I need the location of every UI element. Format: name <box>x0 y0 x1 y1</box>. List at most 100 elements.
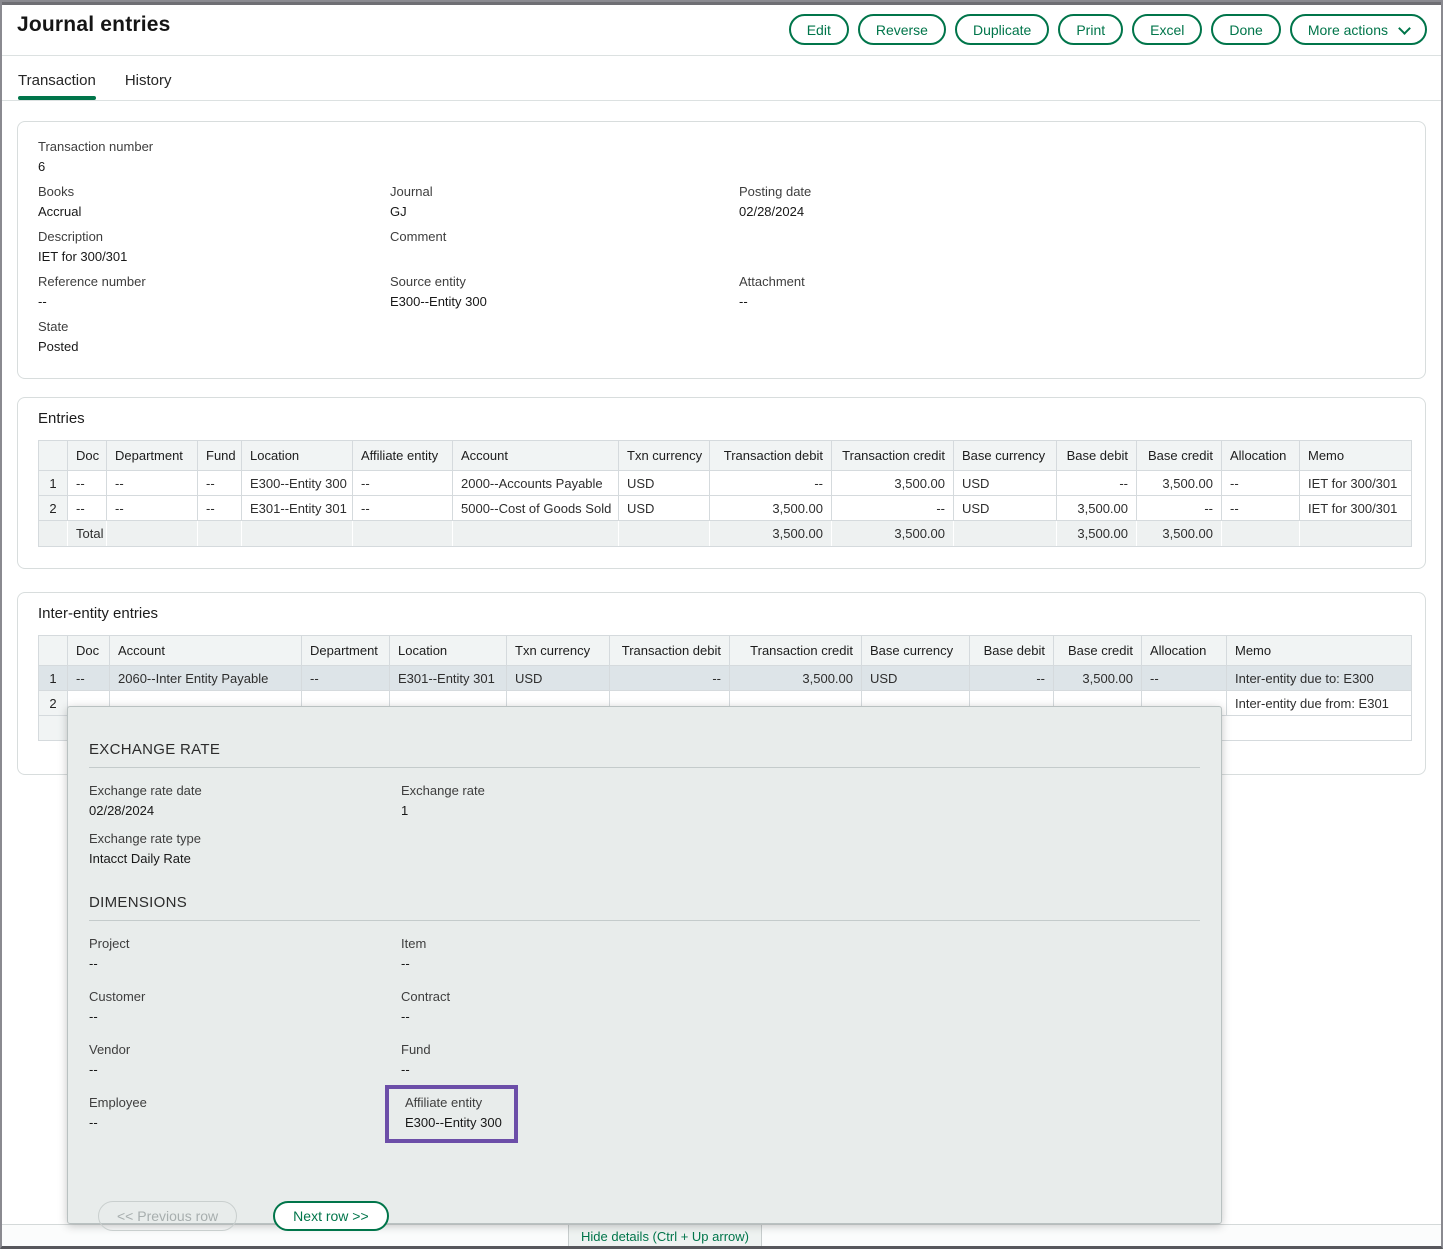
field-project: Project -- <box>89 936 401 971</box>
entries-header-row: Doc Department Fund Location Affiliate e… <box>39 441 1412 471</box>
cell: -- <box>198 496 242 521</box>
row-navigation: << Previous row Next row >> <box>98 1201 1221 1231</box>
cell: -- <box>107 471 198 496</box>
total-cell <box>198 521 242 547</box>
column-header <box>39 636 68 666</box>
field-exchange-rate-date: Exchange rate date 02/28/2024 <box>89 783 401 818</box>
field-label: Affiliate entity <box>405 1095 502 1110</box>
more-actions-button[interactable]: More actions <box>1290 14 1427 45</box>
row-details-panel: EXCHANGE RATE Exchange rate date 02/28/2… <box>67 706 1222 1224</box>
column-header: Location <box>242 441 353 471</box>
cell: -- <box>970 666 1054 691</box>
row-number <box>39 521 68 547</box>
page-title: Journal entries <box>17 13 171 37</box>
cell: IET for 300/301 <box>1300 471 1412 496</box>
field-attachment: Attachment -- <box>739 274 1405 309</box>
field-value: Posted <box>38 339 390 354</box>
more-actions-label: More actions <box>1308 22 1388 38</box>
field-item: Item -- <box>401 936 1221 971</box>
row-number <box>39 716 68 741</box>
cell: USD <box>954 496 1057 521</box>
total-cell <box>353 521 453 547</box>
column-header: Base debit <box>1057 441 1137 471</box>
table-row[interactable]: 2 -- -- -- E301--Entity 301 -- 5000--Cos… <box>39 496 1412 521</box>
field-value: E300--Entity 300 <box>390 294 739 309</box>
field-label: Vendor <box>89 1042 401 1057</box>
excel-button[interactable]: Excel <box>1132 14 1202 45</box>
column-header: Account <box>453 441 619 471</box>
section-divider <box>89 920 1200 921</box>
total-cell <box>1300 521 1412 547</box>
table-row[interactable]: 1 -- 2060--Inter Entity Payable -- E301-… <box>39 666 1412 691</box>
duplicate-button[interactable]: Duplicate <box>955 14 1049 45</box>
total-cell <box>107 521 198 547</box>
field-fund: Fund -- <box>401 1042 1221 1077</box>
row-number: 2 <box>39 691 68 716</box>
total-cell: 3,500.00 <box>1057 521 1137 547</box>
field-label: Contract <box>401 989 1221 1004</box>
tab-history[interactable]: History <box>125 72 172 99</box>
edit-button[interactable]: Edit <box>789 14 849 45</box>
column-header: Txn currency <box>507 636 610 666</box>
field-label: Books <box>38 184 390 199</box>
field-label: Exchange rate <box>401 783 1221 798</box>
field-value: -- <box>739 294 1405 309</box>
field-label: Posting date <box>739 184 1405 199</box>
field-value: 02/28/2024 <box>89 803 401 818</box>
table-row[interactable]: 1 -- -- -- E300--Entity 300 -- 2000--Acc… <box>39 471 1412 496</box>
cell: 3,500.00 <box>1057 496 1137 521</box>
cell: USD <box>954 471 1057 496</box>
column-header: Base currency <box>862 636 970 666</box>
column-header: Memo <box>1300 441 1412 471</box>
row-number: 1 <box>39 471 68 496</box>
cell: 3,500.00 <box>1137 471 1222 496</box>
exchange-rate-heading: EXCHANGE RATE <box>89 741 1221 758</box>
field-label: Transaction number <box>38 139 390 154</box>
field-journal: Journal GJ <box>390 184 739 219</box>
field-label: Comment <box>390 229 739 244</box>
field-label: Employee <box>89 1095 401 1110</box>
cell: 3,500.00 <box>1054 666 1142 691</box>
field-value: 02/28/2024 <box>739 204 1405 219</box>
inter-entity-title: Inter-entity entries <box>38 605 1407 622</box>
column-header: Base debit <box>970 636 1054 666</box>
field-source-entity: Source entity E300--Entity 300 <box>390 274 739 309</box>
column-header: Allocation <box>1222 441 1300 471</box>
cell: -- <box>710 471 832 496</box>
field-label: Reference number <box>38 274 390 289</box>
field-comment: Comment <box>390 229 739 264</box>
field-value: IET for 300/301 <box>38 249 390 264</box>
column-header: Base credit <box>1137 441 1222 471</box>
field-label: Journal <box>390 184 739 199</box>
column-header: Fund <box>198 441 242 471</box>
section-divider <box>89 767 1200 768</box>
field-value: 1 <box>401 803 1221 818</box>
tab-transaction[interactable]: Transaction <box>18 72 96 99</box>
field-value: 6 <box>38 159 390 174</box>
dimensions-heading: DIMENSIONS <box>89 894 1221 911</box>
column-header: Department <box>302 636 390 666</box>
field-label: Attachment <box>739 274 1405 289</box>
tabs-divider <box>0 100 1443 101</box>
field-label: Exchange rate date <box>89 783 401 798</box>
cell: 3,500.00 <box>710 496 832 521</box>
total-cell: 3,500.00 <box>1137 521 1222 547</box>
cell: 2060--Inter Entity Payable <box>110 666 302 691</box>
reverse-button[interactable]: Reverse <box>858 14 946 45</box>
cell: -- <box>1057 471 1137 496</box>
field-value: -- <box>89 956 401 971</box>
field-label: State <box>38 319 390 334</box>
inter-entity-header-row: Doc Account Department Location Txn curr… <box>39 636 1412 666</box>
field-posting-date: Posting date 02/28/2024 <box>739 184 1405 219</box>
field-value: Accrual <box>38 204 390 219</box>
cell: -- <box>353 496 453 521</box>
done-button[interactable]: Done <box>1211 14 1280 45</box>
window-top-strip <box>0 0 1443 5</box>
print-button[interactable]: Print <box>1058 14 1123 45</box>
total-cell <box>619 521 710 547</box>
field-label: Description <box>38 229 390 244</box>
field-exchange-rate-type: Exchange rate type Intacct Daily Rate <box>89 831 401 866</box>
cell: -- <box>198 471 242 496</box>
next-row-button[interactable]: Next row >> <box>273 1201 388 1231</box>
previous-row-button[interactable]: << Previous row <box>98 1201 237 1231</box>
